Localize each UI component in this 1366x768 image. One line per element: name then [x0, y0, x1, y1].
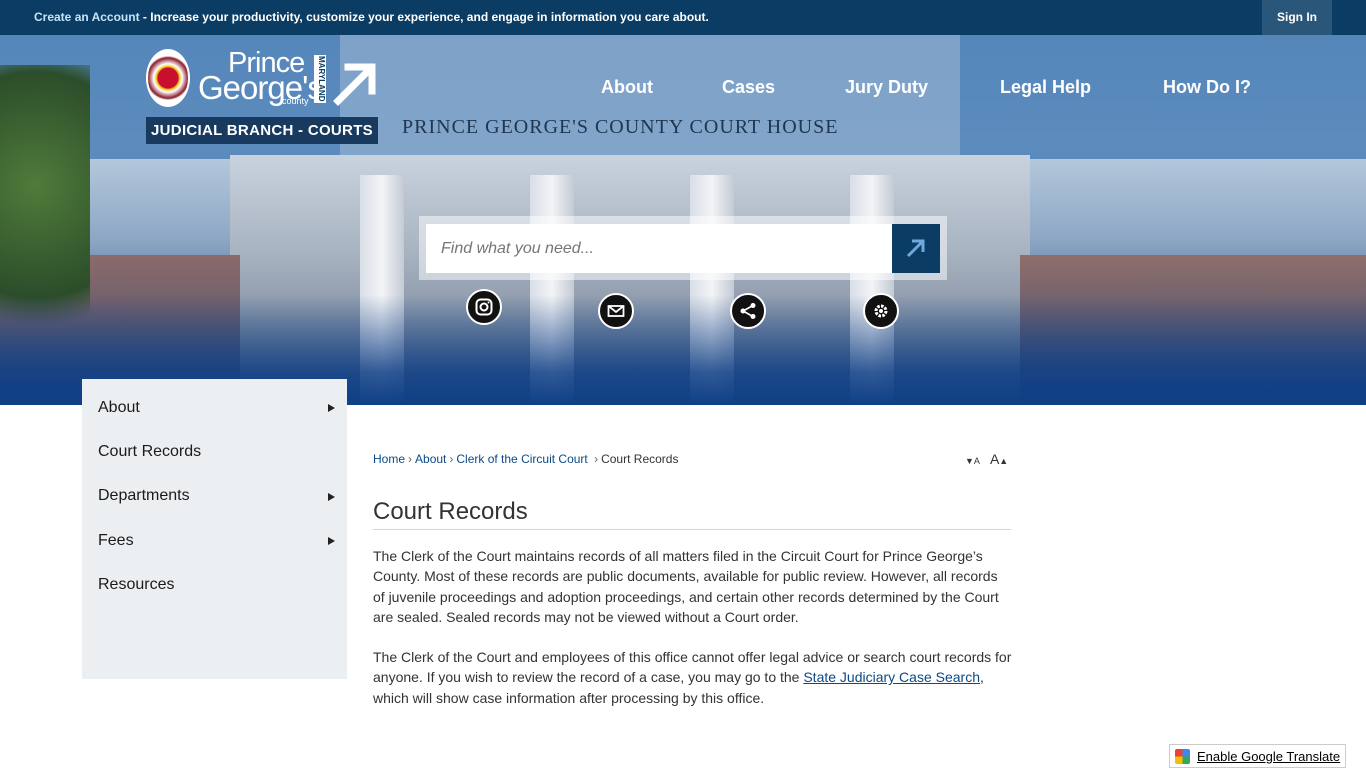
sidebar-item-departments[interactable]: Departments — [98, 487, 190, 505]
chevron-right-icon[interactable] — [328, 493, 335, 501]
gear-icon — [874, 304, 888, 318]
breadcrumb-separator: › — [590, 452, 599, 466]
sidebar: About Court Records Departments Fees Res… — [82, 379, 347, 679]
font-increase-label: A — [989, 451, 1000, 467]
breadcrumb-separator: › — [449, 452, 454, 466]
breadcrumb-current: Court Records — [601, 452, 679, 466]
search-input[interactable] — [426, 224, 892, 273]
font-decrease-label: A — [973, 456, 980, 466]
nav-about[interactable]: About — [601, 77, 653, 99]
create-account-link[interactable]: Create an Account — [34, 10, 140, 24]
caret-up-icon: ▲ — [999, 456, 1009, 466]
create-account-message: Create an Account - Increase your produc… — [34, 10, 709, 24]
breadcrumb-separator: › — [408, 452, 413, 466]
title-divider — [373, 529, 1011, 530]
create-account-text: - Increase your productivity, customize … — [139, 10, 709, 24]
search-button[interactable] — [892, 224, 940, 273]
mail-icon — [607, 305, 625, 317]
breadcrumb-about[interactable]: About — [415, 452, 446, 466]
font-resize-controls: ▼A A▲ — [965, 451, 1008, 467]
county-seal-icon — [146, 49, 190, 107]
nav-jury-duty[interactable]: Jury Duty — [845, 77, 928, 99]
google-translate-widget[interactable]: Enable Google Translate — [1169, 744, 1346, 768]
judicial-branch-label: JUDICIAL BRANCH - COURTS — [146, 117, 378, 144]
chevron-right-icon[interactable] — [328, 404, 335, 412]
breadcrumb: Home › About › Clerk of the Circuit Court › C… — [373, 452, 678, 466]
nav-how-do-i[interactable]: How Do I? — [1163, 77, 1251, 99]
breadcrumb-home[interactable]: Home — [373, 452, 405, 466]
google-translate-label[interactable]: Enable Google Translate — [1197, 749, 1340, 764]
nav-cases[interactable]: Cases — [722, 77, 775, 99]
logo-arrow-icon — [333, 63, 376, 106]
content-paragraph-1: The Clerk of the Court maintains records… — [373, 548, 999, 625]
font-increase-button[interactable]: A▲ — [989, 451, 1009, 467]
sidebar-item-fees[interactable]: Fees — [98, 532, 134, 550]
courthouse-inscription: PRINCE GEORGE'S COUNTY COURT HOUSE — [402, 116, 839, 138]
font-decrease-button[interactable]: ▼A — [965, 453, 980, 467]
sidebar-item-about[interactable]: About — [98, 399, 140, 417]
instagram-icon — [475, 298, 493, 316]
page-title: Court Records — [373, 498, 528, 525]
instagram-button[interactable] — [466, 289, 502, 325]
content-paragraph-2: The Clerk of the Court and employees of … — [373, 647, 1013, 708]
sign-in-button[interactable]: Sign In — [1262, 0, 1332, 35]
logo-text-county: county — [282, 96, 309, 106]
google-icon — [1175, 749, 1190, 764]
sidebar-item-court-records[interactable]: Court Records — [98, 443, 201, 461]
nav-legal-help[interactable]: Legal Help — [1000, 77, 1091, 99]
sidebar-item-resources[interactable]: Resources — [98, 576, 174, 594]
search-arrow-icon — [906, 239, 925, 258]
case-search-link[interactable]: State Judiciary Case Search — [803, 669, 980, 685]
breadcrumb-clerk[interactable]: Clerk of the Circuit Court — [456, 452, 587, 466]
caret-down-icon: ▼ — [965, 456, 974, 466]
share-button[interactable] — [730, 293, 766, 329]
top-bar: Create an Account - Increase your produc… — [0, 0, 1366, 35]
site-logo[interactable]: Prince George's county MARYLAND — [146, 47, 381, 115]
share-icon — [740, 303, 756, 319]
chevron-right-icon[interactable] — [328, 537, 335, 545]
logo-text-maryland: MARYLAND — [314, 55, 326, 103]
email-button[interactable] — [598, 293, 634, 329]
settings-button[interactable] — [863, 293, 899, 329]
